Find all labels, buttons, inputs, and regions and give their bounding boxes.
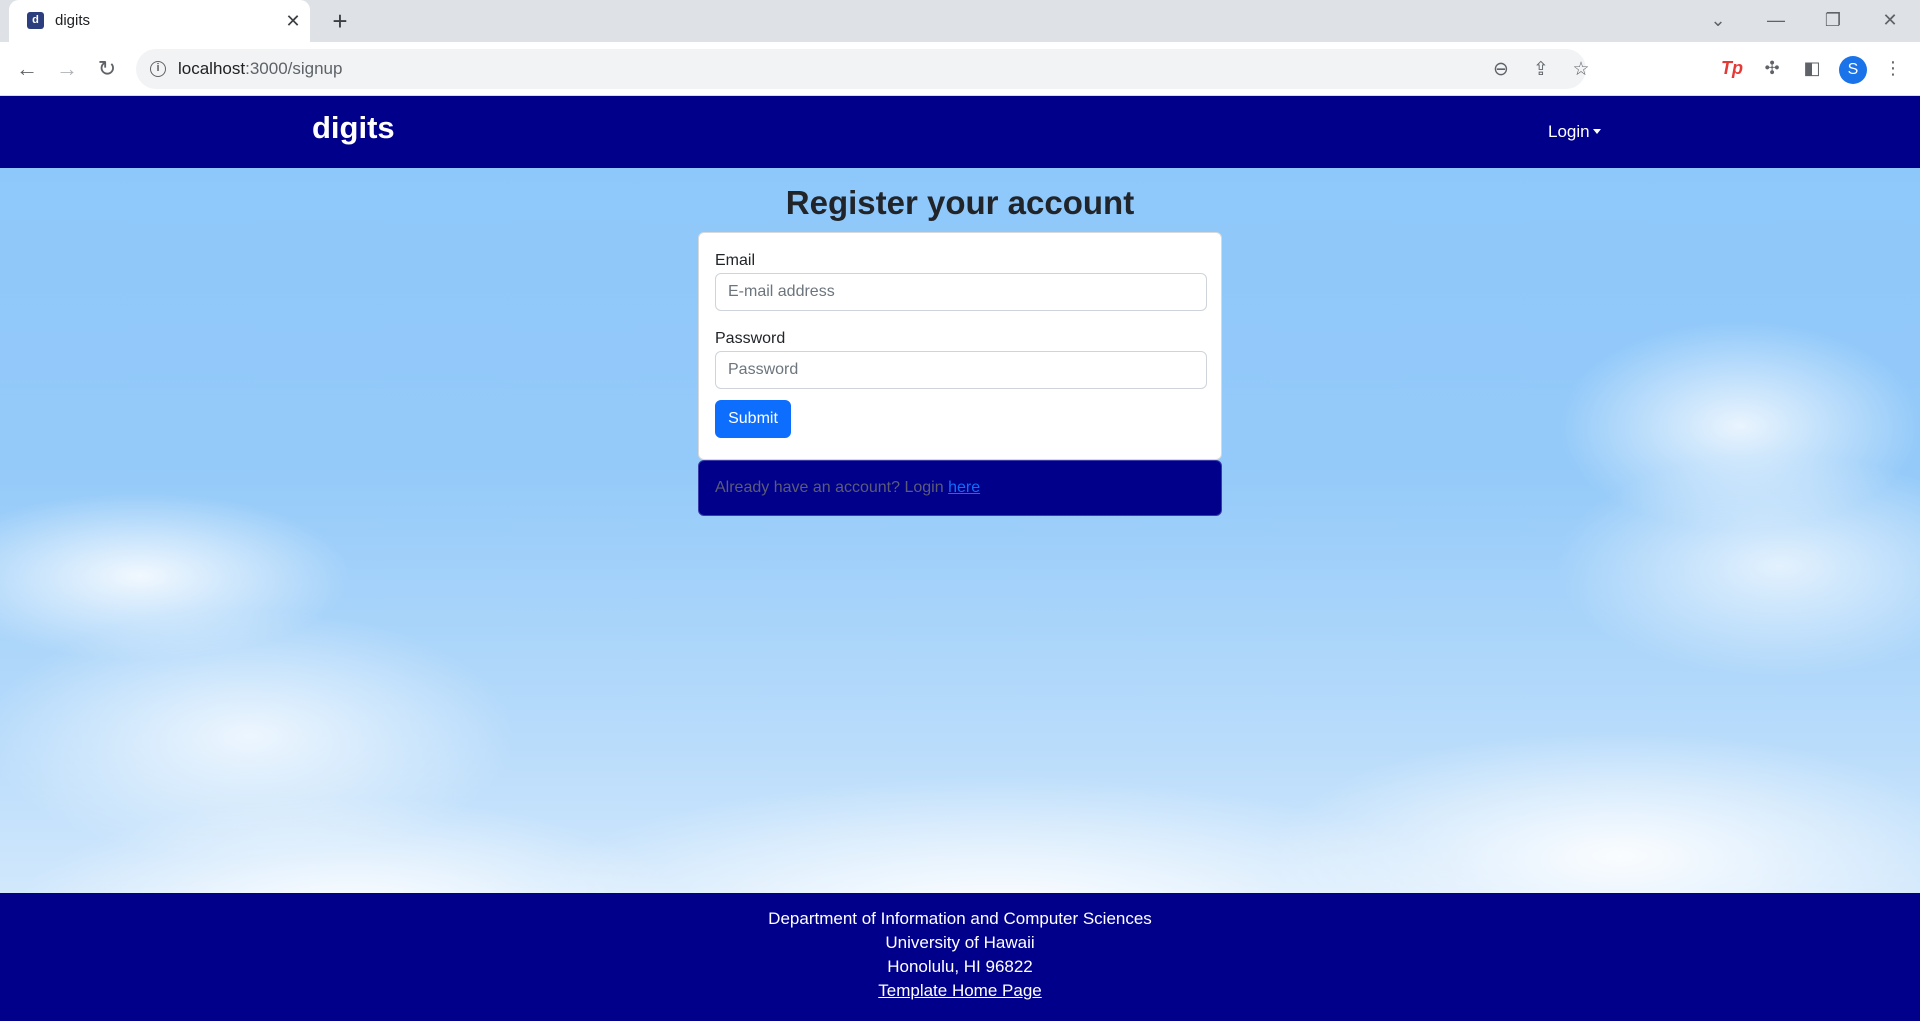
email-field[interactable]: [715, 273, 1207, 311]
tp-extension-icon[interactable]: Tp: [1719, 55, 1745, 81]
footer: Department of Information and Computer S…: [0, 893, 1920, 1021]
signup-form-card: Email Password Submit: [698, 232, 1222, 460]
side-panel-icon[interactable]: ◧: [1799, 55, 1825, 81]
email-label: Email: [715, 252, 756, 269]
browser-tabstrip: d digits ✕ + ⌄ — ❐ ✕: [0, 0, 1920, 42]
login-dropdown[interactable]: Login: [1548, 122, 1601, 142]
login-prompt: Already have an account? Login here: [715, 479, 980, 497]
profile-avatar[interactable]: S: [1839, 56, 1867, 84]
info-icon[interactable]: i: [150, 61, 166, 77]
new-tab-icon[interactable]: +: [325, 6, 355, 36]
top-navbar: digits Login: [0, 96, 1920, 168]
template-home-link[interactable]: Template Home Page: [878, 981, 1041, 1000]
forward-icon[interactable]: →: [52, 54, 82, 84]
login-dropdown-label: Login: [1548, 122, 1590, 141]
tab-title: digits: [55, 12, 91, 29]
footer-department: Department of Information and Computer S…: [768, 909, 1152, 928]
login-prompt-card: Already have an account? Login here: [698, 460, 1222, 516]
page-viewport: digits Login Register your account Email…: [0, 96, 1920, 1021]
close-window-icon[interactable]: ✕: [1872, 6, 1908, 34]
more-menu-icon[interactable]: ⋮: [1880, 55, 1906, 81]
login-prompt-text: Already have an account? Login: [715, 479, 949, 496]
login-here-link[interactable]: here: [948, 479, 980, 496]
minimize-icon[interactable]: —: [1758, 6, 1794, 34]
password-label: Password: [715, 330, 786, 347]
url-text[interactable]: localhost:3000/signup: [178, 59, 342, 79]
browser-tab[interactable]: d digits ✕: [9, 0, 310, 42]
share-icon[interactable]: ⇪: [1528, 57, 1554, 83]
zoom-out-icon[interactable]: ⊖: [1488, 57, 1514, 83]
brand-link[interactable]: digits: [312, 110, 395, 146]
password-field[interactable]: [715, 351, 1207, 389]
footer-address: Honolulu, HI 96822: [887, 957, 1033, 976]
page-title: Register your account: [785, 184, 1135, 221]
back-icon[interactable]: ←: [12, 54, 42, 84]
reload-icon[interactable]: ↻: [92, 54, 122, 84]
browser-toolbar: ← → ↻ i localhost:3000/signup ⊖ ⇪ ☆ Tp ✣…: [0, 42, 1920, 96]
tab-search-icon[interactable]: ⌄: [1700, 6, 1736, 34]
favicon-icon: d: [27, 12, 44, 29]
submit-button[interactable]: Submit: [715, 400, 791, 438]
address-bar[interactable]: i localhost:3000/signup ⊖ ⇪ ☆: [136, 49, 1590, 89]
caret-down-icon: [1592, 129, 1601, 134]
puzzle-extension-icon[interactable]: ✣: [1759, 55, 1785, 81]
tab-close-icon[interactable]: ✕: [281, 9, 305, 33]
footer-university: University of Hawaii: [885, 933, 1035, 952]
restore-icon[interactable]: ❐: [1815, 6, 1851, 34]
bookmark-star-icon[interactable]: ☆: [1568, 57, 1594, 83]
